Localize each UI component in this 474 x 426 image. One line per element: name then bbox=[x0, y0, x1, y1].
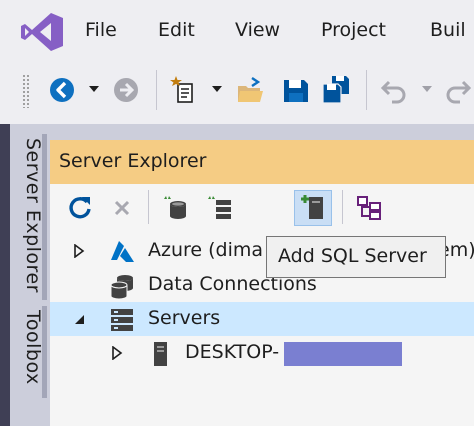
toolbar-separator bbox=[366, 70, 367, 110]
tree-item-label: Servers bbox=[148, 307, 221, 329]
open-folder-icon[interactable] bbox=[236, 74, 264, 106]
servers-icon bbox=[111, 309, 133, 331]
tooltip-text: Add SQL Server bbox=[278, 245, 427, 267]
standard-toolbar bbox=[0, 62, 474, 124]
view-sql-dependency-icon[interactable] bbox=[356, 194, 384, 222]
tree-item-servers[interactable]: Servers bbox=[50, 302, 474, 336]
back-icon[interactable] bbox=[48, 74, 76, 106]
undo-dropdown-icon[interactable] bbox=[422, 86, 432, 92]
back-dropdown-icon[interactable] bbox=[89, 86, 99, 92]
server-explorer-side-tab[interactable]: Server Explorer bbox=[14, 138, 44, 293]
connect-server-icon[interactable] bbox=[206, 194, 234, 222]
server-explorer-title-bar[interactable]: Server Explorer bbox=[50, 140, 474, 184]
menu-project[interactable]: Project bbox=[321, 19, 386, 41]
toolbar-separator bbox=[342, 190, 343, 224]
toolbox-side-tab[interactable]: Toolbox bbox=[14, 310, 44, 385]
connect-database-icon[interactable] bbox=[162, 194, 190, 222]
collapse-arrow-icon[interactable] bbox=[72, 312, 86, 326]
azure-icon bbox=[111, 241, 134, 262]
expand-arrow-icon[interactable] bbox=[110, 346, 124, 360]
add-sql-server-icon bbox=[301, 195, 323, 219]
server-icon bbox=[154, 342, 167, 366]
toolbar-separator bbox=[148, 190, 149, 224]
menu-build[interactable]: Buil bbox=[430, 19, 466, 41]
panel-title: Server Explorer bbox=[59, 150, 207, 172]
visual-studio-logo-icon bbox=[21, 13, 63, 51]
tree-item-label: Azure (dima bbox=[148, 239, 264, 261]
menu-view[interactable]: View bbox=[235, 19, 280, 41]
side-tab-strip-edge bbox=[0, 124, 10, 426]
add-sql-server-button[interactable] bbox=[294, 190, 332, 226]
menu-edit[interactable]: Edit bbox=[158, 19, 195, 41]
toolbar-separator bbox=[156, 70, 157, 110]
tree-item-label: DESKTOP- bbox=[185, 341, 280, 363]
server-explorer-toolbar bbox=[50, 184, 474, 230]
redacted-server-name bbox=[284, 342, 402, 366]
redo-icon[interactable] bbox=[444, 74, 472, 106]
data-connections-icon bbox=[110, 275, 133, 300]
new-project-dropdown-icon[interactable] bbox=[212, 86, 222, 92]
save-all-icon[interactable] bbox=[322, 74, 350, 106]
undo-icon[interactable] bbox=[380, 74, 408, 106]
new-project-icon[interactable] bbox=[170, 74, 198, 106]
expand-arrow-icon[interactable] bbox=[72, 244, 86, 258]
toolbar-grip[interactable] bbox=[22, 74, 30, 108]
refresh-icon[interactable] bbox=[66, 194, 94, 222]
menu-bar: File Edit View Project Buil bbox=[0, 0, 474, 62]
save-icon[interactable] bbox=[282, 74, 310, 106]
forward-icon[interactable] bbox=[112, 74, 140, 106]
tree-item-desktop-server[interactable]: DESKTOP- bbox=[50, 336, 474, 370]
menu-file[interactable]: File bbox=[85, 19, 117, 41]
stop-icon[interactable] bbox=[108, 194, 136, 222]
tooltip: Add SQL Server bbox=[266, 236, 446, 278]
